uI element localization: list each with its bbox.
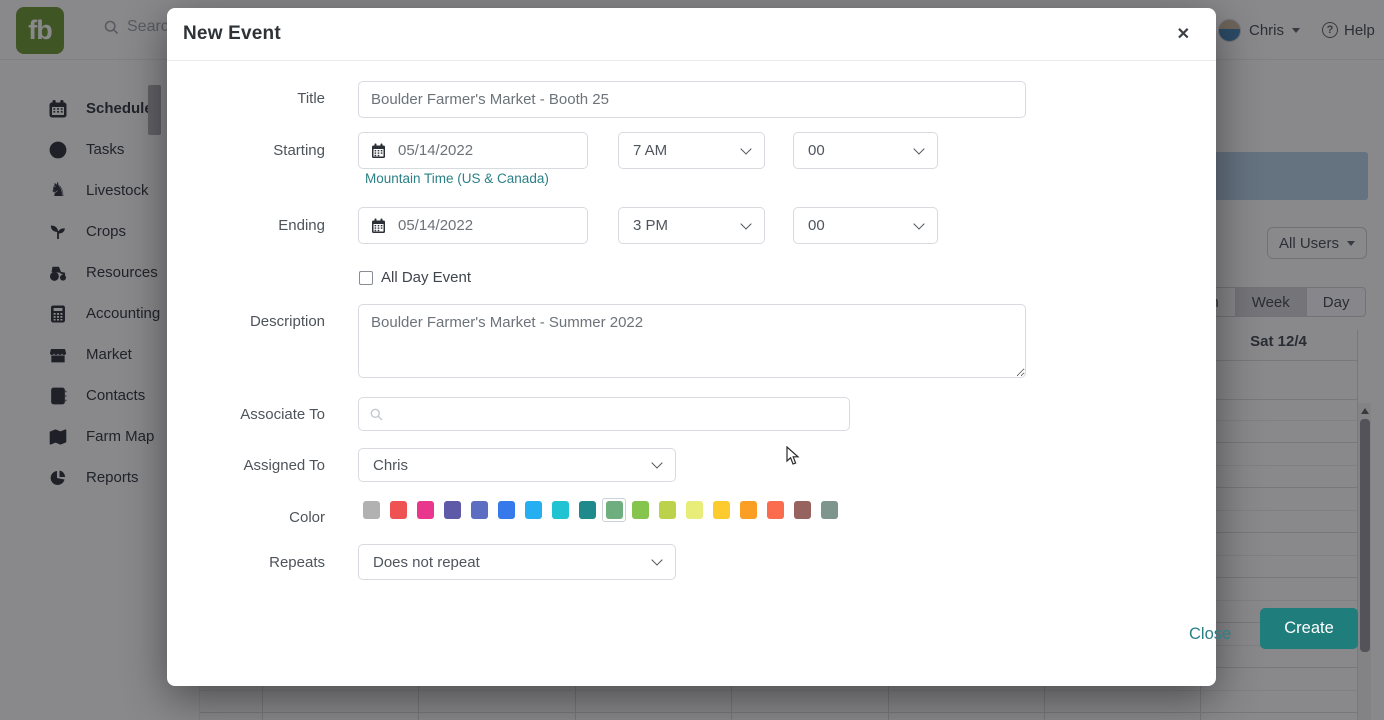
all-day-label: All Day Event bbox=[381, 269, 472, 286]
repeats-label: Repeats bbox=[269, 554, 325, 571]
color-swatch[interactable] bbox=[821, 501, 838, 519]
create-button[interactable]: Create bbox=[1260, 608, 1358, 649]
assigned-to-value: Chris bbox=[373, 456, 409, 474]
color-label: Color bbox=[289, 509, 325, 526]
modal-title: New Event bbox=[183, 23, 281, 44]
color-swatch[interactable] bbox=[471, 501, 488, 519]
ending-date-input[interactable]: 05/14/2022 bbox=[358, 207, 588, 244]
repeats-value: Does not repeat bbox=[373, 553, 480, 571]
color-swatch[interactable] bbox=[363, 501, 380, 519]
timezone-link[interactable]: Mountain Time (US & Canada) bbox=[365, 171, 549, 186]
color-swatch[interactable] bbox=[498, 501, 515, 519]
color-swatch-row bbox=[363, 498, 848, 522]
description-textarea[interactable]: Boulder Farmer's Market - Summer 2022 bbox=[358, 304, 1026, 378]
chevron-down-icon bbox=[740, 142, 752, 155]
calendar-icon bbox=[372, 143, 385, 158]
starting-minute-select[interactable]: 00 bbox=[793, 132, 938, 169]
color-swatch[interactable] bbox=[390, 501, 407, 519]
ending-hour-value: 3 PM bbox=[633, 217, 669, 234]
all-day-checkbox[interactable] bbox=[359, 271, 373, 285]
chevron-down-icon bbox=[651, 457, 663, 469]
color-swatch[interactable] bbox=[659, 501, 676, 519]
ending-minute-select[interactable]: 00 bbox=[793, 207, 938, 244]
color-swatch[interactable] bbox=[552, 501, 569, 519]
starting-label: Starting bbox=[273, 142, 325, 159]
starting-hour-select[interactable]: 7 AM bbox=[618, 132, 765, 169]
color-swatch[interactable] bbox=[740, 501, 757, 519]
search-icon bbox=[370, 408, 383, 421]
color-swatch[interactable] bbox=[713, 501, 730, 519]
chevron-down-icon bbox=[913, 142, 925, 155]
chevron-down-icon bbox=[740, 217, 752, 230]
assigned-to-select[interactable]: Chris bbox=[358, 448, 676, 482]
repeats-select[interactable]: Does not repeat bbox=[358, 544, 676, 580]
close-button[interactable]: Close bbox=[1189, 625, 1231, 644]
ending-minute-value: 00 bbox=[808, 217, 825, 234]
color-swatch[interactable] bbox=[794, 501, 811, 519]
assigned-to-label: Assigned To bbox=[243, 457, 325, 474]
ending-date-value: 05/14/2022 bbox=[398, 217, 474, 234]
description-label: Description bbox=[249, 313, 325, 330]
color-swatch[interactable] bbox=[579, 501, 596, 519]
starting-minute-value: 00 bbox=[808, 142, 825, 159]
starting-hour-value: 7 AM bbox=[633, 142, 668, 159]
color-swatch[interactable] bbox=[632, 501, 649, 519]
calendar-icon bbox=[372, 218, 385, 233]
color-swatch[interactable] bbox=[686, 501, 703, 519]
chevron-down-icon bbox=[651, 554, 663, 566]
starting-date-input[interactable]: 05/14/2022 bbox=[358, 132, 588, 169]
chevron-down-icon bbox=[913, 217, 925, 230]
color-swatch[interactable] bbox=[417, 501, 434, 519]
associate-to-input[interactable] bbox=[358, 397, 850, 431]
title-label: Title bbox=[297, 90, 325, 107]
color-swatch[interactable] bbox=[444, 501, 461, 519]
color-swatch[interactable] bbox=[605, 501, 623, 519]
color-swatch[interactable] bbox=[525, 501, 542, 519]
close-icon[interactable]: ✕ bbox=[1177, 24, 1190, 44]
color-swatch-selected[interactable] bbox=[602, 498, 626, 522]
mouse-cursor bbox=[786, 446, 800, 465]
modal-header: New Event ✕ bbox=[167, 8, 1216, 61]
associate-to-label: Associate To bbox=[240, 406, 325, 423]
starting-date-value: 05/14/2022 bbox=[398, 142, 474, 159]
ending-hour-select[interactable]: 3 PM bbox=[618, 207, 765, 244]
new-event-modal: New Event ✕ Title Starting 05/14/2022 7 … bbox=[167, 8, 1358, 686]
color-swatch[interactable] bbox=[767, 501, 784, 519]
title-input[interactable] bbox=[358, 81, 1026, 118]
ending-label: Ending bbox=[278, 217, 325, 234]
